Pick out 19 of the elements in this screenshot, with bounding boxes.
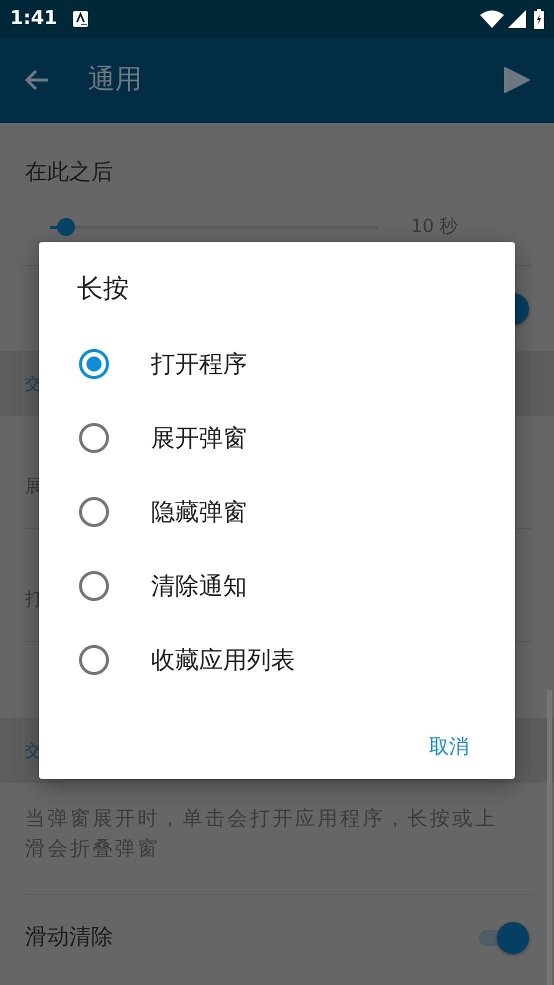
signal-icon <box>508 10 526 28</box>
radio-option[interactable]: 打开程序 <box>39 327 515 401</box>
app-bar-title: 通用 <box>88 62 142 97</box>
wifi-icon <box>480 10 504 28</box>
radio-option[interactable]: 展开弹窗 <box>39 401 515 475</box>
section-header: 交 <box>25 740 41 762</box>
notification-icon <box>73 10 88 26</box>
play-icon[interactable] <box>504 67 530 93</box>
setting-title: 在此之后 <box>25 159 114 187</box>
setting-title: 滑动清除 <box>25 924 113 952</box>
radio-option[interactable]: 隐藏弹窗 <box>39 475 515 549</box>
radio-option[interactable]: 清除通知 <box>39 549 515 623</box>
dialog-title: 长按 <box>77 273 130 306</box>
back-icon[interactable] <box>24 68 50 92</box>
cancel-button[interactable]: 取消 <box>421 725 477 767</box>
radio-option[interactable]: 收藏应用列表 <box>39 623 515 697</box>
status-time: 1:41 <box>10 6 58 32</box>
battery-icon <box>534 8 544 28</box>
section-header: 交 <box>25 372 41 394</box>
